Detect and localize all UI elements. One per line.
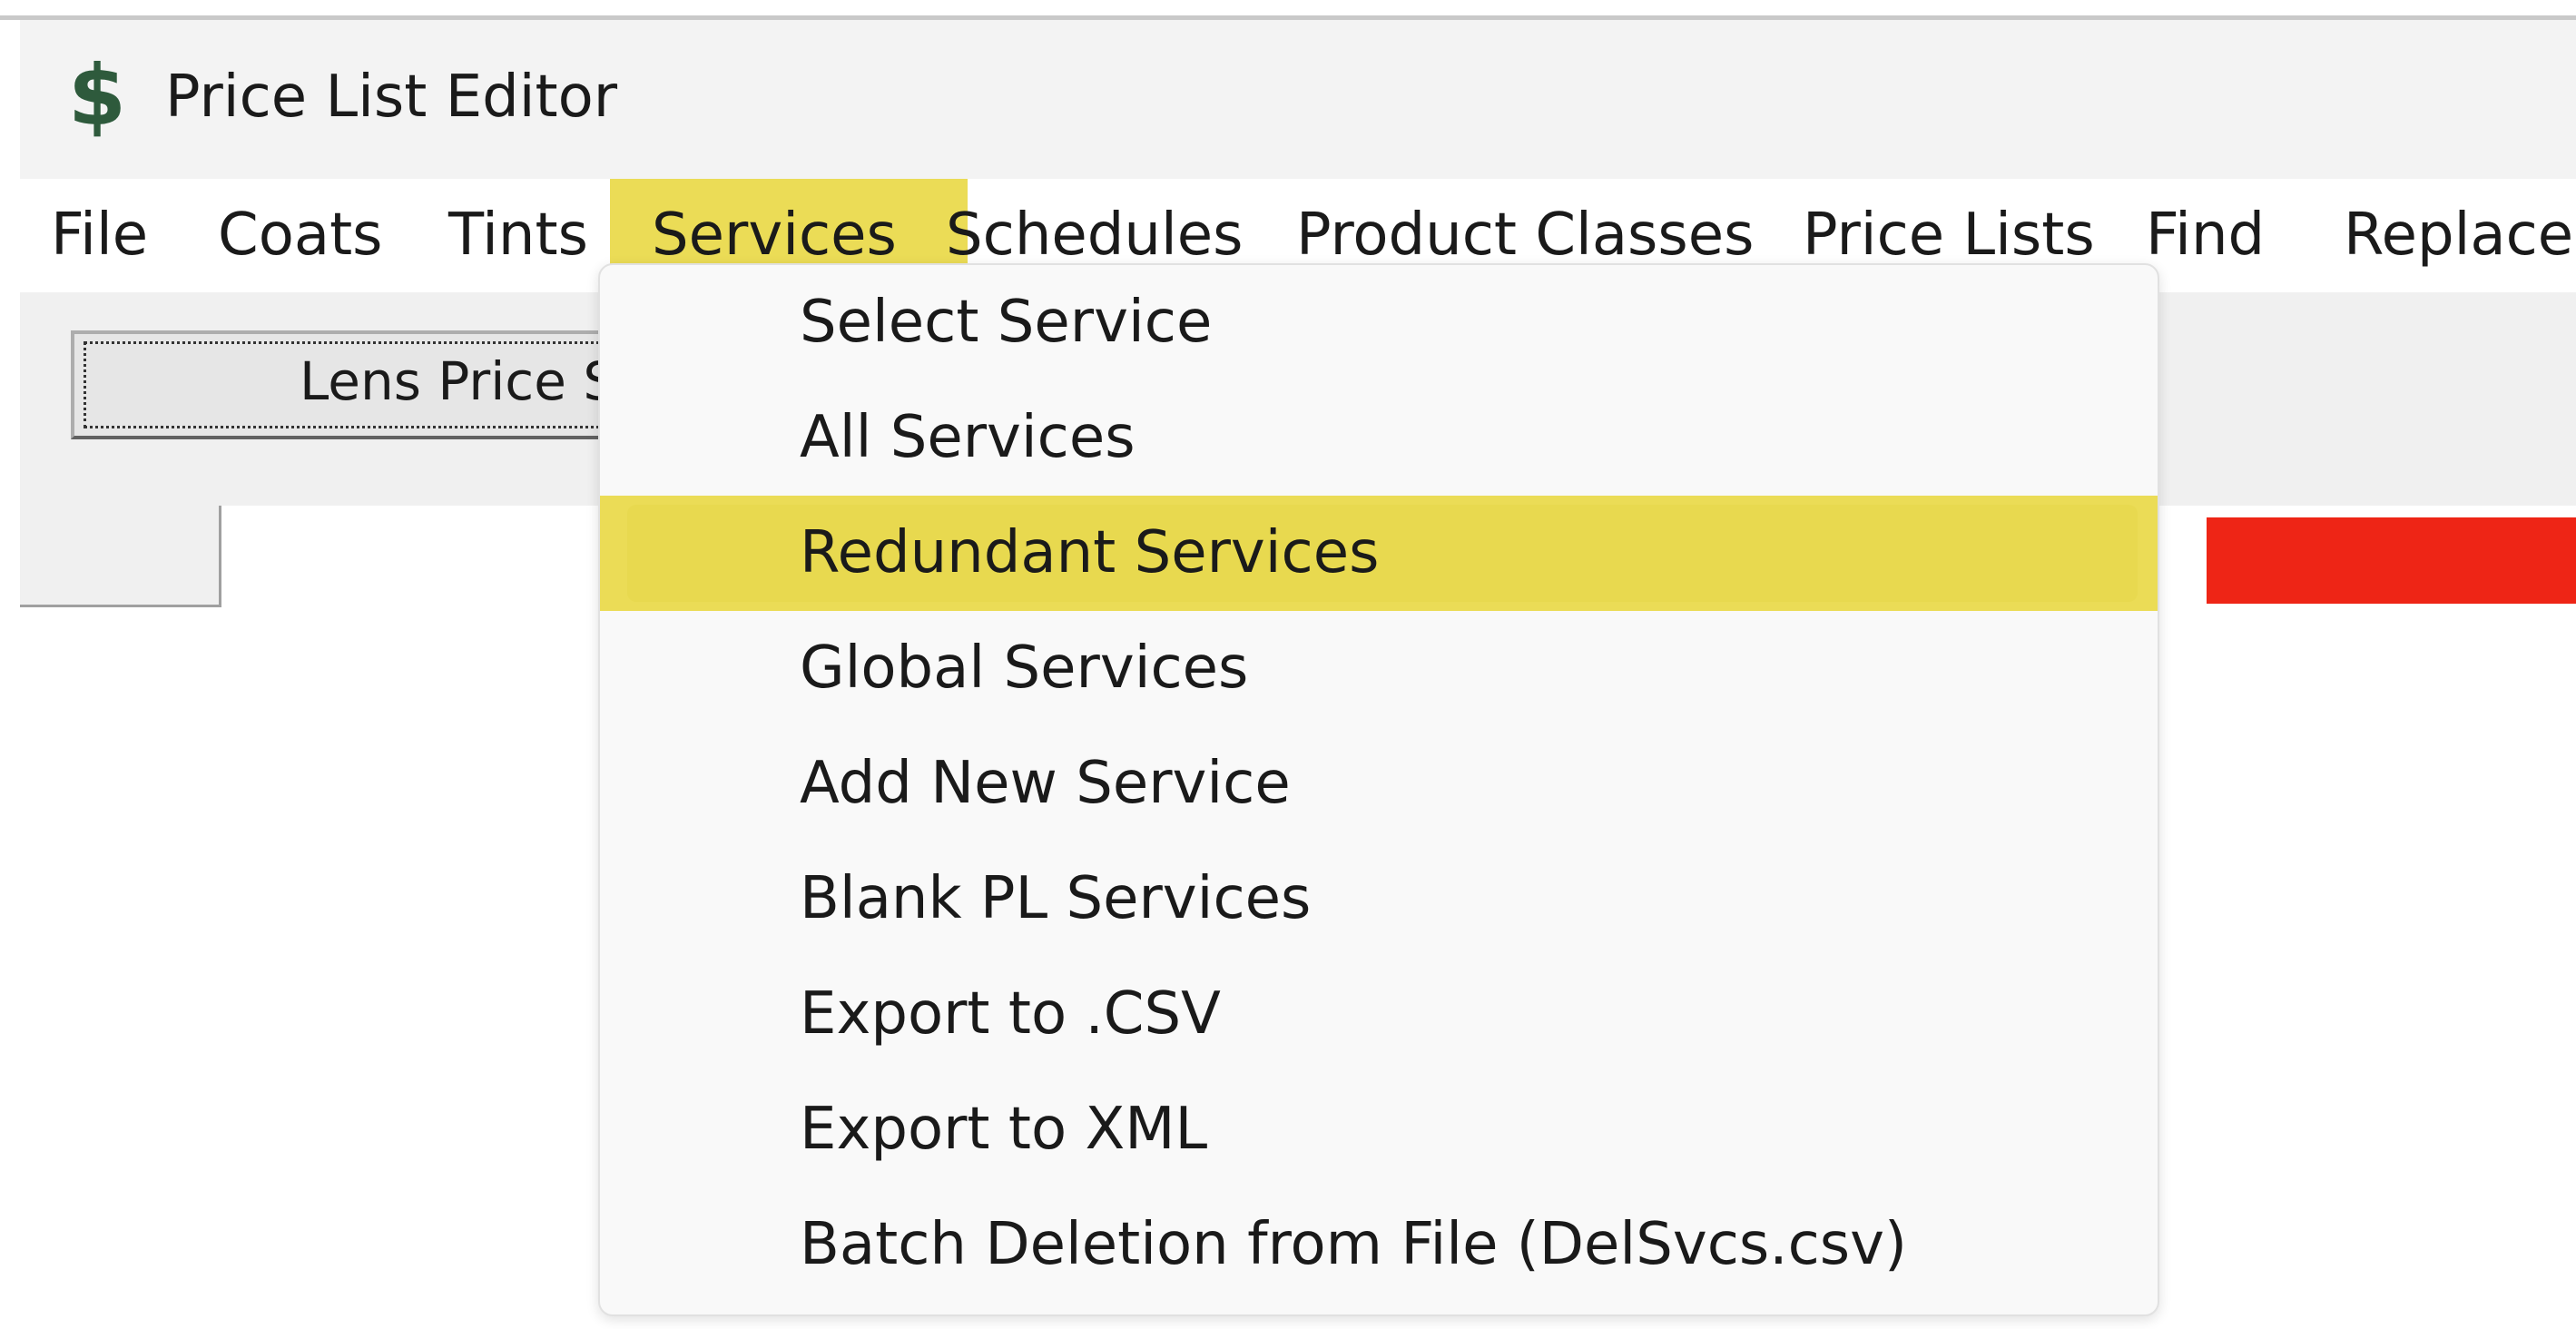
menu-item-batch-deletion[interactable]: Batch Deletion from File (DelSvcs.csv) xyxy=(600,1187,2158,1303)
dollar-icon: $ xyxy=(65,45,129,145)
menu-item-label: Export to .CSV xyxy=(800,980,1221,1048)
menu-tints[interactable]: Tints xyxy=(448,179,588,292)
lens-price-button[interactable]: Lens Price Se xyxy=(71,330,652,439)
menu-item-label: Redundant Services xyxy=(800,519,1380,586)
red-status-bar xyxy=(2207,517,2576,604)
menu-item-label: Batch Deletion from File (DelSvcs.csv) xyxy=(800,1211,1907,1278)
menu-item-blank-pl-services[interactable]: Blank PL Services xyxy=(600,842,2158,957)
left-panel-tab[interactable] xyxy=(20,506,221,607)
menu-item-export-xml[interactable]: Export to XML xyxy=(600,1072,2158,1187)
menu-replace[interactable]: Replace xyxy=(2344,179,2573,292)
menu-item-label: Blank PL Services xyxy=(800,865,1312,932)
menu-item-label: Export to XML xyxy=(800,1096,1208,1163)
menu-find[interactable]: Find xyxy=(2146,179,2265,292)
menu-item-global-services[interactable]: Global Services xyxy=(600,611,2158,726)
lens-price-button-label: Lens Price Se xyxy=(300,350,649,412)
menu-item-label: Select Service xyxy=(800,289,1213,356)
menu-item-redundant-services[interactable]: Redundant Services xyxy=(600,496,2158,611)
menu-item-export-csv[interactable]: Export to .CSV xyxy=(600,957,2158,1072)
menu-item-all-services[interactable]: All Services xyxy=(600,380,2158,496)
menu-item-label: All Services xyxy=(800,404,1136,471)
menu-coats[interactable]: Coats xyxy=(218,179,383,292)
menu-item-select-service[interactable]: Select Service xyxy=(600,265,2158,380)
menu-file[interactable]: File xyxy=(51,179,148,292)
menu-item-label: Global Services xyxy=(800,635,1249,702)
dollar-glyph: $ xyxy=(68,50,126,141)
menu-item-add-new-service[interactable]: Add New Service xyxy=(600,726,2158,842)
window-title: Price List Editor xyxy=(165,64,618,131)
screen-top-edge xyxy=(0,0,2576,20)
menu-item-label: Add New Service xyxy=(800,750,1291,817)
title-bar: $ Price List Editor xyxy=(20,20,2576,179)
services-dropdown-menu: Select Service All Services Redundant Se… xyxy=(598,263,2159,1316)
